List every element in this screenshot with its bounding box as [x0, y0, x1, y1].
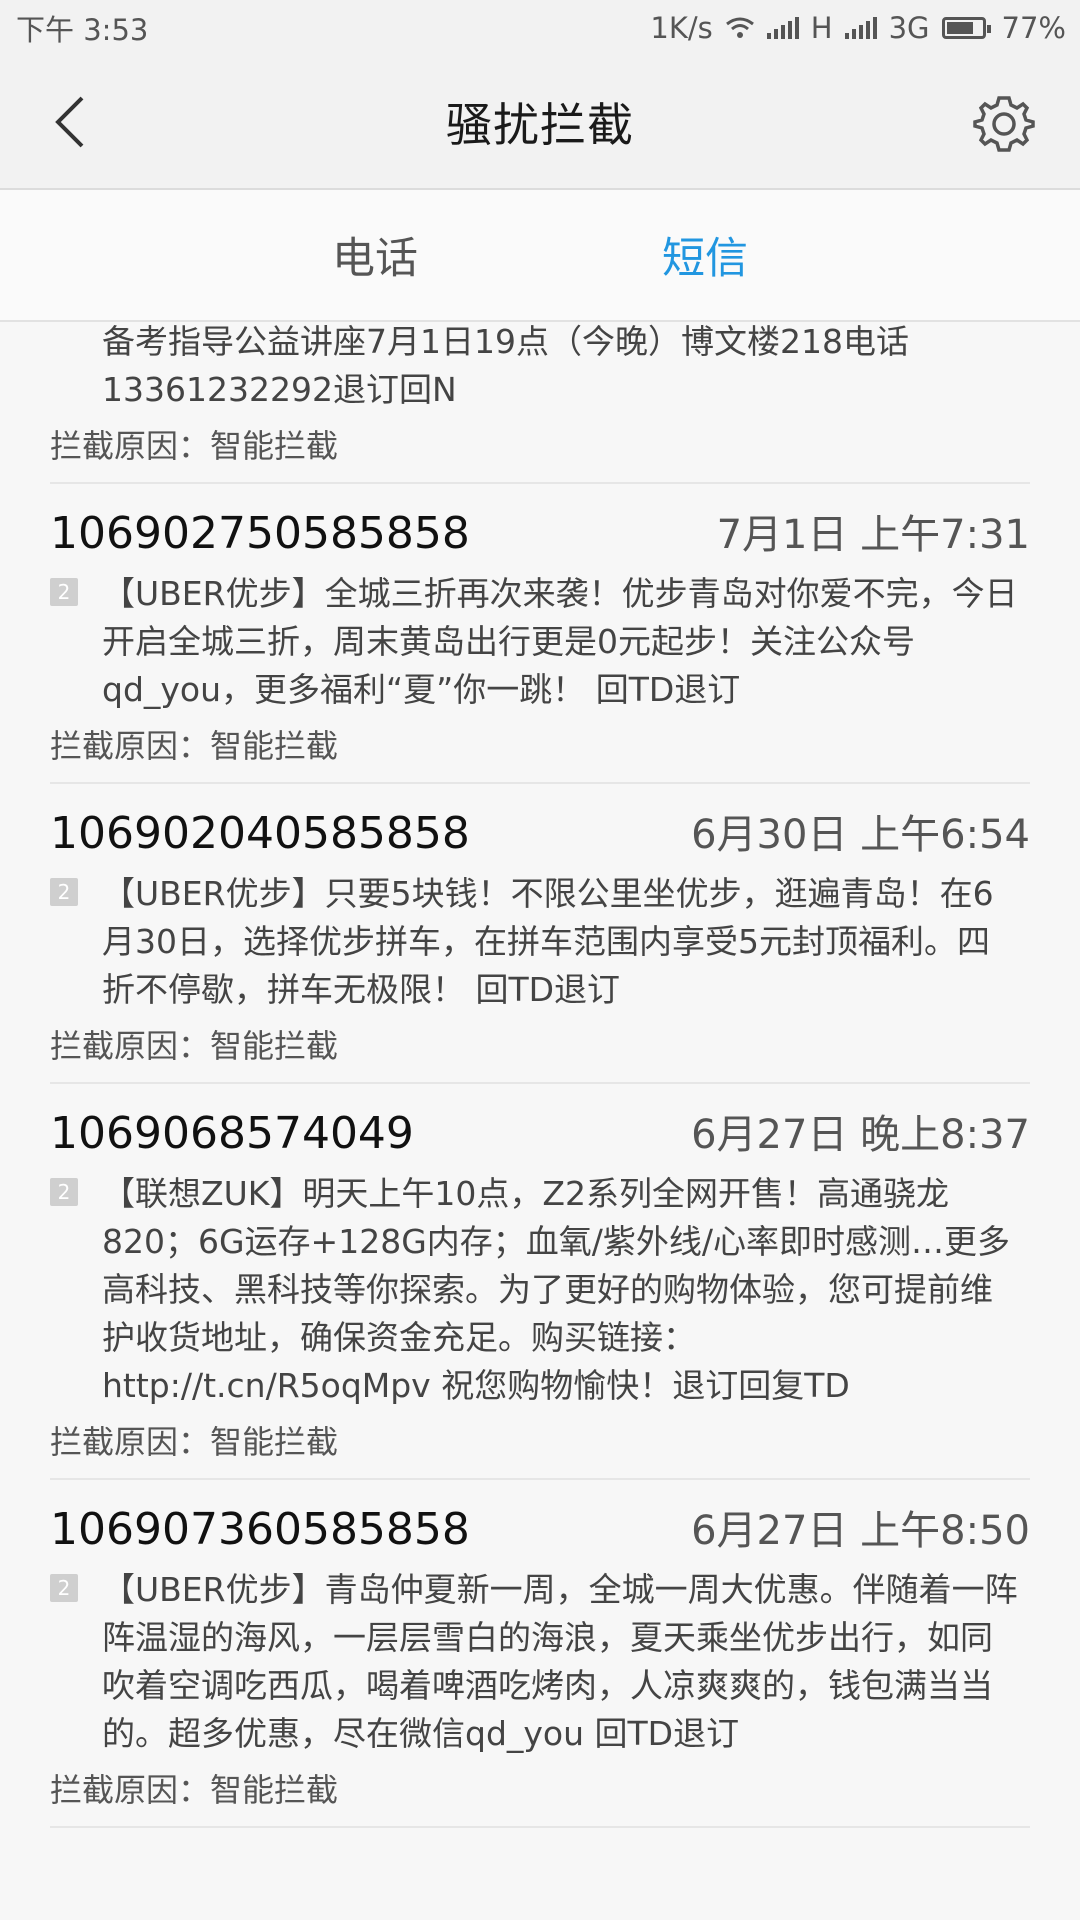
sender-number: 106902040585858	[50, 808, 470, 859]
sender-number: 1069068574049	[50, 1108, 414, 1159]
gear-icon[interactable]	[972, 92, 1036, 156]
sim-card-icon: 2	[50, 1178, 78, 1206]
message-list[interactable]: 备考指导公益讲座7月1日19点（今晚）博文楼218电话13361232292退订…	[0, 322, 1080, 1920]
message-text: 【UBER优步】青岛仲夏新一周，全城一周大优惠。伴随着一阵阵温湿的海风，一层层雪…	[102, 1570, 1018, 1753]
block-reason: 拦截原因：智能拦截	[50, 427, 339, 465]
message-date: 6月27日 晚上8:37	[691, 1112, 1030, 1158]
battery-percent: 77%	[1001, 11, 1066, 45]
sim-card-icon: 2	[50, 878, 78, 906]
signal-icon	[766, 17, 799, 39]
message-date: 6月27日 上午8:50	[691, 1508, 1030, 1554]
back-arrow-icon[interactable]	[44, 92, 104, 152]
sender-number: 106902750585858	[50, 508, 470, 559]
network-speed: 1K/s	[650, 11, 713, 45]
sim-card-icon: 2	[50, 1574, 78, 1602]
page-title: 骚扰拦截	[446, 98, 634, 152]
message-text: 【UBER优步】只要5块钱！不限公里坐优步，逛遍青岛！在6月30日，选择优步拼车…	[102, 874, 994, 1009]
signal-icon-2	[844, 17, 877, 39]
list-item[interactable]: 106902750585858 7月1日 上午7:31 2 【UBER优步】全城…	[50, 484, 1030, 784]
wifi-icon	[725, 17, 754, 38]
battery-icon	[941, 17, 991, 39]
block-reason: 拦截原因：智能拦截	[50, 1423, 339, 1461]
block-reason: 拦截原因：智能拦截	[50, 1027, 339, 1065]
list-item[interactable]: 备考指导公益讲座7月1日19点（今晚）博文楼218电话13361232292退订…	[50, 322, 1030, 484]
list-item[interactable]: 106902040585858 6月30日 上午6:54 2 【UBER优步】只…	[50, 784, 1030, 1084]
network-type-1: H	[810, 11, 833, 45]
title-bar: 骚扰拦截	[0, 56, 1080, 190]
message-date: 6月30日 上午6:54	[691, 812, 1030, 858]
message-text: 备考指导公益讲座7月1日19点（今晚）博文楼218电话13361232292退订…	[102, 322, 909, 409]
sim-card-icon: 2	[50, 578, 78, 606]
status-bar: 下午 3:53 1K/s H 3G 77%	[0, 0, 1080, 56]
tab-calls[interactable]: 电话	[210, 224, 540, 286]
message-text: 【UBER优步】全城三折再次来袭！优步青岛对你爱不完，今日开启全城三折，周末黄岛…	[102, 574, 1018, 709]
tab-bar: 电话 短信	[0, 190, 1080, 322]
list-item[interactable]: 1069068574049 6月27日 晚上8:37 2 【联想ZUK】明天上午…	[50, 1084, 1030, 1480]
status-time: 下午 3:53	[16, 13, 149, 47]
message-text: 【联想ZUK】明天上午10点，Z2系列全网开售！高通骁龙820；6G运存+128…	[102, 1174, 1010, 1405]
block-reason: 拦截原因：智能拦截	[50, 1771, 339, 1809]
message-date: 7月1日 上午7:31	[716, 512, 1030, 558]
tab-sms[interactable]: 短信	[540, 224, 870, 286]
list-item[interactable]: 106907360585858 6月27日 上午8:50 2 【UBER优步】青…	[50, 1480, 1030, 1828]
status-icons: 1K/s H 3G 77%	[650, 11, 1066, 45]
block-reason: 拦截原因：智能拦截	[50, 727, 339, 765]
sender-number: 106907360585858	[50, 1504, 470, 1555]
network-type-2: 3G	[888, 11, 930, 45]
